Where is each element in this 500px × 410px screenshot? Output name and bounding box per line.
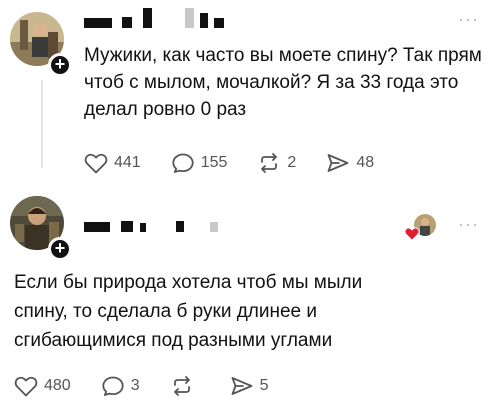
- repost-button[interactable]: 2: [257, 152, 296, 174]
- heart-outline-icon: [14, 376, 38, 397]
- like-count: 441: [114, 154, 141, 171]
- speech-bubble-icon: [102, 376, 124, 396]
- share-count: 5: [259, 377, 269, 394]
- like-button[interactable]: 480: [14, 375, 71, 397]
- repost-arrows-icon: [261, 153, 278, 173]
- like-count: 480: [44, 377, 71, 394]
- post-actions: 441 155 2 48: [84, 152, 404, 174]
- heart-outline-icon: [84, 153, 108, 174]
- speech-bubble-icon: [172, 153, 194, 173]
- username-redacted: [214, 18, 224, 28]
- follow-button[interactable]: +: [48, 237, 72, 261]
- username-redacted: [176, 221, 184, 232]
- username-redacted: [122, 17, 132, 28]
- like-button[interactable]: 441: [84, 152, 141, 174]
- send-icon: [231, 377, 253, 395]
- username-redacted: [84, 18, 112, 28]
- username-redacted: [185, 8, 194, 28]
- share-button[interactable]: 5: [230, 375, 269, 397]
- username-redacted: [200, 13, 208, 28]
- username-redacted: [210, 222, 218, 232]
- username-redacted: [84, 222, 110, 232]
- more-options-button[interactable]: ···: [458, 215, 479, 233]
- reply-count: 155: [200, 154, 228, 171]
- repost-button[interactable]: [170, 375, 200, 397]
- repost-count: 2: [287, 154, 297, 171]
- username-redacted: [143, 8, 152, 28]
- follow-button[interactable]: +: [48, 53, 72, 77]
- reply-button[interactable]: 3: [101, 375, 140, 397]
- red-heart-icon: [404, 227, 420, 241]
- repost-arrows-icon: [173, 376, 190, 396]
- send-icon: [327, 154, 349, 172]
- post-text: Мужики, как часто вы моете спину? Так пр…: [84, 45, 482, 120]
- post-text: Если бы природа хотела чтоб мы мыли спин…: [14, 272, 363, 351]
- more-options-button[interactable]: ···: [458, 10, 479, 28]
- reply-count: 3: [130, 377, 140, 394]
- username-redacted: [121, 221, 133, 232]
- reply-button[interactable]: 155: [171, 152, 228, 174]
- share-count: 48: [356, 154, 375, 171]
- username-redacted: [140, 223, 146, 232]
- thread-line: [41, 80, 43, 168]
- share-button[interactable]: 48: [326, 152, 374, 174]
- post-actions: 480 3 5: [14, 375, 299, 397]
